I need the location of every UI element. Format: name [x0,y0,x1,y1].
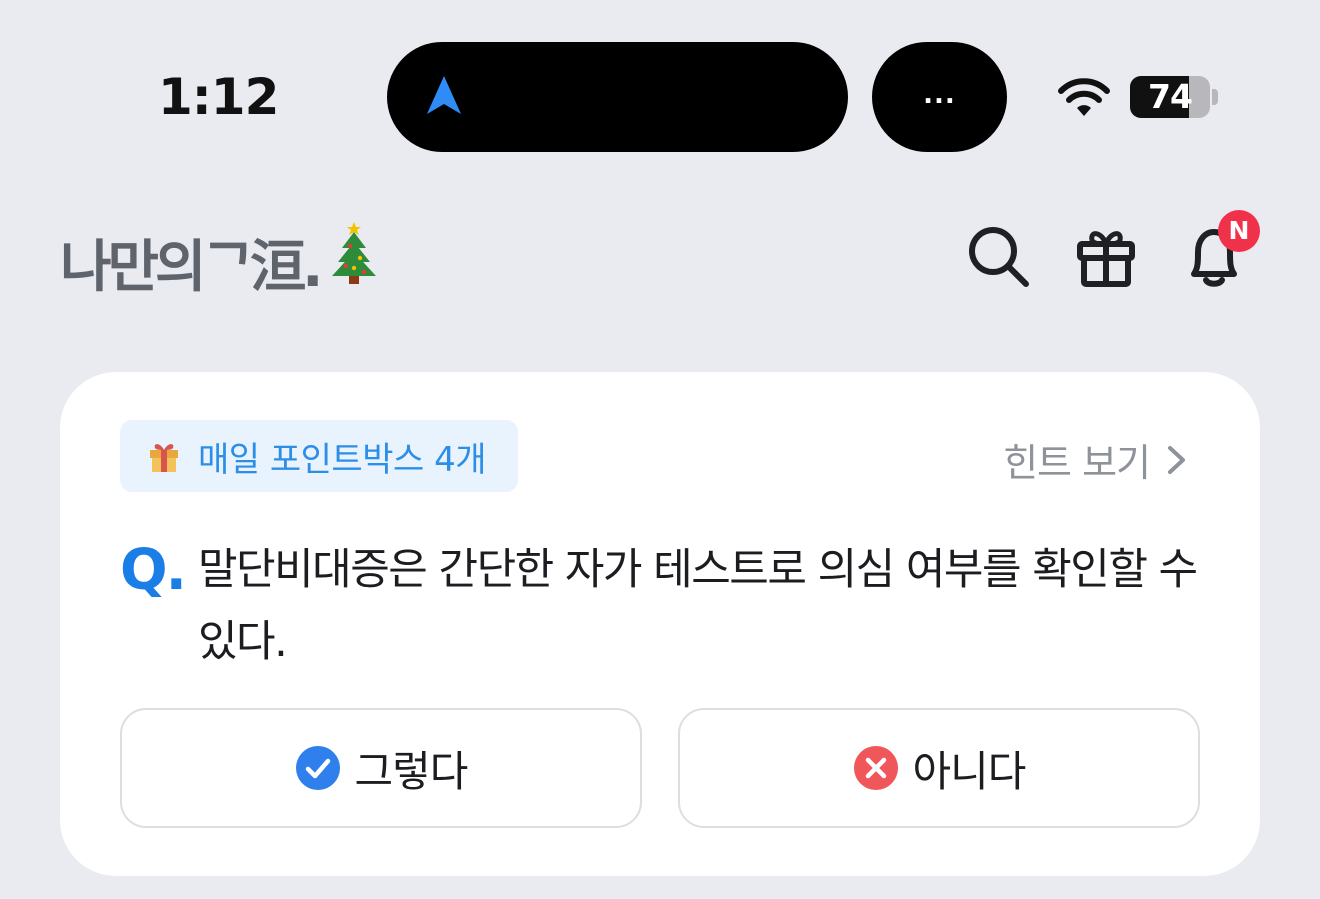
hint-label: 힌트 보기 [1003,441,1151,485]
gift-button[interactable] [1072,222,1140,290]
search-button[interactable] [964,222,1032,290]
question-text: 말단비대증은 간단한 자가 테스트로 의심 여부를 확인할 수 있다. [198,545,1198,667]
app-logo[interactable]: 나만의ᄀ洹. [60,222,323,303]
gift-box-icon [150,444,178,472]
search-icon [969,227,1029,287]
answer-yes-button[interactable]: 그렇다 [120,708,642,828]
wifi-icon [1058,78,1110,116]
check-icon [295,746,340,790]
chevron-right-icon [1168,445,1185,474]
app-screen: 1:12 ... 74 나만의ᄀ洹. N 매일 포인트박스 4개 힌트 보기 Q… [0,0,1320,899]
x-icon [853,746,898,790]
battery-cap [1212,89,1218,105]
status-time: 1:12 [158,68,279,126]
answer-no-label: 아니다 [912,746,1027,796]
daily-points-label: 매일 포인트박스 4개 [198,439,487,480]
answer-yes-label: 그렇다 [354,746,469,796]
christmas-tree-icon [332,222,376,284]
battery-indicator: 74 [1130,76,1210,118]
navigation-arrow-icon [427,76,461,114]
dynamic-island-more[interactable]: ... [872,42,1007,152]
hint-link[interactable]: 힌트 보기 [1003,432,1190,487]
logo-text: 나만의ᄀ洹. [60,235,323,300]
notification-badge: N [1218,210,1260,252]
daily-points-chip[interactable]: 매일 포인트박스 4개 [120,420,518,492]
gift-icon [1077,231,1135,287]
question-marker: Q. [120,538,187,603]
quiz-card: 매일 포인트박스 4개 힌트 보기 Q. 말단비대증은 간단한 자가 테스트로 … [60,372,1260,876]
dynamic-island-navigation[interactable] [387,42,848,152]
battery-percent: 74 [1148,77,1193,116]
answer-no-button[interactable]: 아니다 [678,708,1200,828]
